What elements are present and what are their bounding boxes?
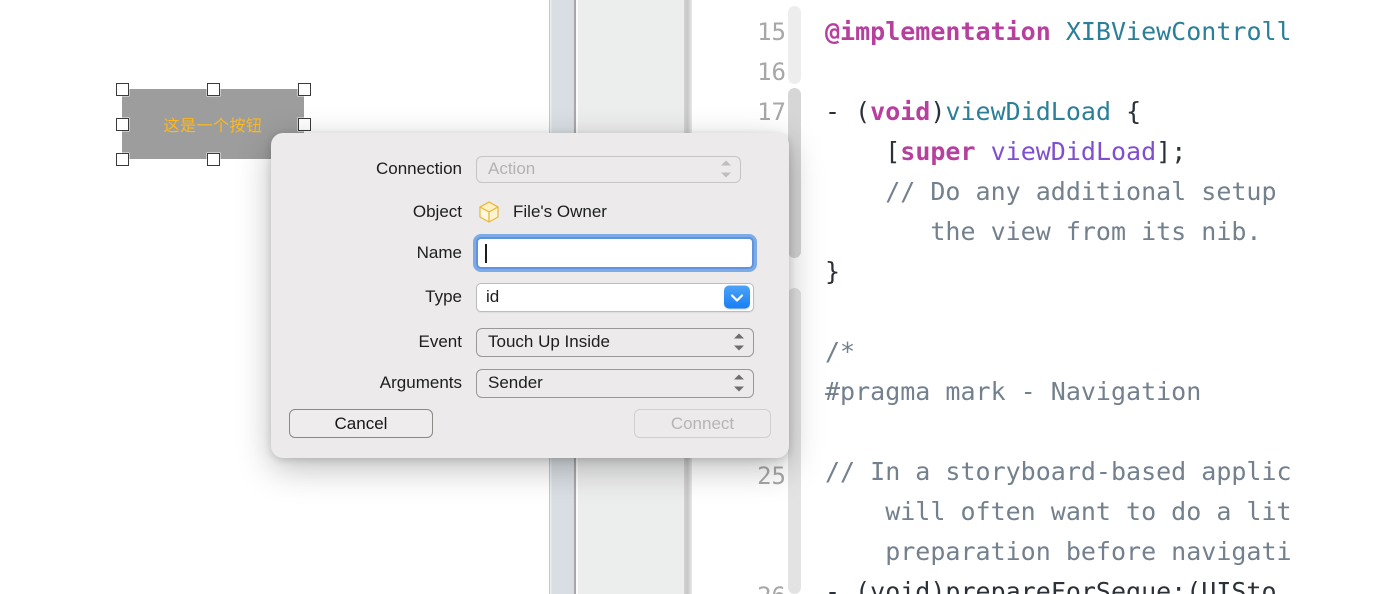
cancel-button[interactable]: Cancel <box>289 409 433 438</box>
code-token: will often want to do a lit <box>825 497 1292 526</box>
event-label: Event <box>418 332 462 351</box>
updown-chevron-icon <box>720 160 731 178</box>
event-control[interactable]: Touch Up Inside <box>476 327 754 357</box>
code-line: preparation before navigati <box>825 532 1392 572</box>
code-token: the view from its nib. <box>825 217 1262 246</box>
selection-handle-bottom-left[interactable] <box>116 153 129 166</box>
code-line: /* <box>825 332 1392 372</box>
code-token: @implementation <box>825 17 1066 46</box>
fold-segment-comment[interactable] <box>788 288 801 594</box>
object-control: File's Owner <box>476 199 607 225</box>
type-control[interactable]: id <box>476 282 754 312</box>
type-label: Type <box>425 287 462 306</box>
event-row: Event Touch Up Inside <box>271 325 789 359</box>
selection-handle-middle-right[interactable] <box>298 118 311 131</box>
arguments-control[interactable]: Sender <box>476 368 754 398</box>
chevron-down-icon[interactable] <box>724 285 750 309</box>
line-number: 16 <box>757 58 786 86</box>
code-token: viewDidLoad <box>990 137 1157 166</box>
connection-value: Action <box>488 159 536 178</box>
connect-button-label: Connect <box>670 413 735 433</box>
code-token: { <box>1111 97 1142 126</box>
code-line: - (void)prepareForSegue:(UISto <box>825 572 1392 594</box>
connect-button: Connect <box>634 409 771 438</box>
event-popup-button[interactable]: Touch Up Inside <box>476 327 754 357</box>
connection-row: Connection Action <box>271 152 789 186</box>
arguments-row: Arguments Sender <box>271 366 789 400</box>
connection-control[interactable]: Action <box>476 155 741 183</box>
line-number: 25 <box>757 462 786 490</box>
name-input[interactable] <box>476 237 754 269</box>
code-token: [ <box>825 137 901 166</box>
code-text[interactable]: @implementation XIBViewControll - (void)… <box>825 12 1392 594</box>
fold-segment-method[interactable] <box>788 88 801 258</box>
selection-handle-top-left[interactable] <box>116 83 129 96</box>
code-token: // In a storyboard-based applic <box>825 457 1292 486</box>
code-token: ]; <box>1156 137 1187 166</box>
type-row: Type id <box>271 280 789 314</box>
code-token: #pragma mark - Navigation <box>825 377 1202 406</box>
code-line: - (void)viewDidLoad { <box>825 92 1392 132</box>
updown-chevron-icon <box>733 333 744 351</box>
object-row: Object File's Owner <box>271 195 789 229</box>
type-value: id <box>486 287 500 306</box>
code-token: - ( <box>825 97 871 126</box>
event-value: Touch Up Inside <box>488 332 610 351</box>
type-combobox[interactable]: id <box>476 282 754 312</box>
code-line: @implementation XIBViewControll <box>825 12 1392 52</box>
code-token: XIBViewControll <box>1065 17 1292 46</box>
code-token: viewDidLoad <box>945 97 1112 126</box>
cancel-button-label: Cancel <box>334 413 388 433</box>
line-number: 15 <box>757 18 786 46</box>
code-line: will often want to do a lit <box>825 492 1392 532</box>
code-token: preparation before navigati <box>825 537 1292 566</box>
code-line: // In a storyboard-based applic <box>825 452 1392 492</box>
arguments-label: Arguments <box>379 373 462 392</box>
cube-icon <box>479 201 499 223</box>
code-token: } <box>825 257 841 286</box>
code-line: #pragma mark - Navigation <box>825 372 1392 412</box>
code-line: } <box>825 252 1392 292</box>
name-label: Name <box>416 243 462 262</box>
code-token: /* <box>825 337 856 366</box>
code-token: ) <box>930 97 946 126</box>
line-number: 17 <box>757 98 786 126</box>
name-control[interactable] <box>476 237 754 269</box>
code-line: [super viewDidLoad]; <box>825 132 1392 172</box>
arguments-value: Sender <box>488 373 543 392</box>
line-number: 26 <box>757 576 786 594</box>
code-editor[interactable]: 15 16 17 25 26 @implementation XIBViewCo… <box>692 0 1392 594</box>
code-token: - (void)prepareForSegue:(UISto <box>825 577 1277 594</box>
text-caret <box>485 243 487 263</box>
connection-popup-button[interactable]: Action <box>476 155 741 183</box>
updown-chevron-icon <box>733 374 744 392</box>
connection-popover: Connection Action Object File's Owner Na… <box>271 133 789 458</box>
code-token: super <box>900 137 976 166</box>
selection-handle-middle-left[interactable] <box>116 118 129 131</box>
connection-label: Connection <box>375 159 462 178</box>
code-line: the view from its nib. <box>825 212 1392 252</box>
selection-handle-top-center[interactable] <box>207 83 220 96</box>
object-label: Object <box>412 202 462 221</box>
arguments-popup-button[interactable]: Sender <box>476 368 754 398</box>
selection-handle-bottom-center[interactable] <box>207 153 220 166</box>
xib-button-label: 这是一个按钮 <box>163 116 263 135</box>
code-token: void <box>870 97 931 126</box>
object-value: File's Owner <box>513 202 607 221</box>
fold-segment-outer[interactable] <box>788 6 801 84</box>
code-line: // Do any additional setup <box>825 172 1392 212</box>
code-fold-ribbon[interactable] <box>788 0 802 594</box>
name-row: Name <box>271 236 789 270</box>
code-token: // Do any additional setup <box>825 177 1277 206</box>
selection-handle-top-right[interactable] <box>298 83 311 96</box>
